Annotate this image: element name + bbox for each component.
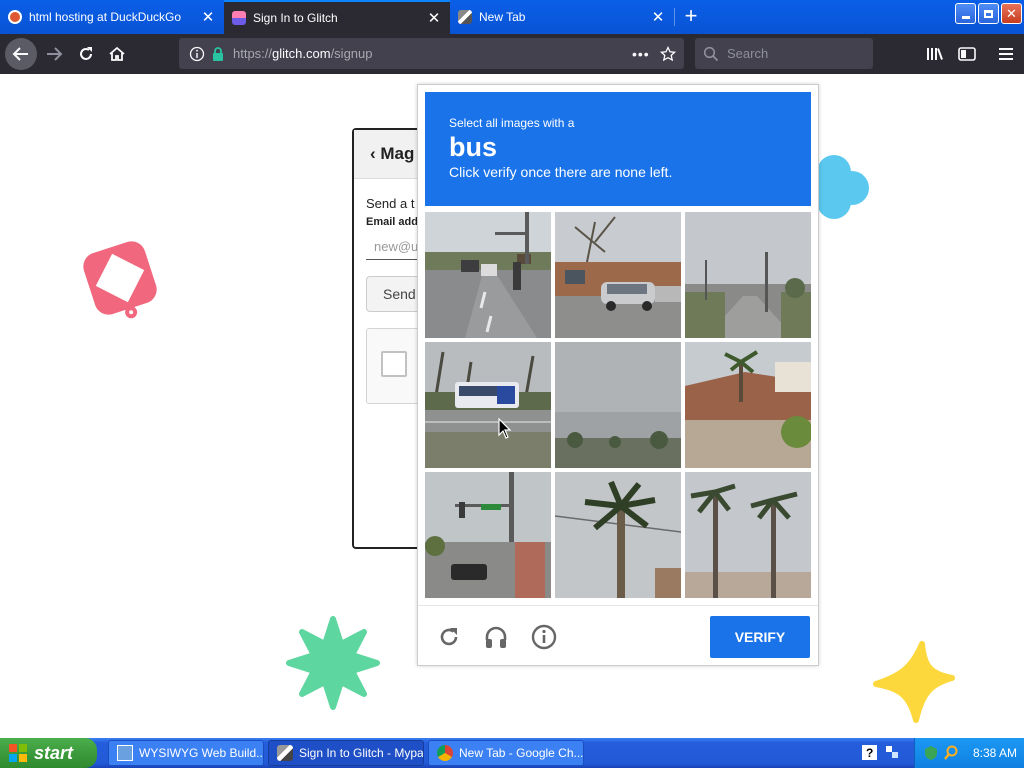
library-icon[interactable]: [925, 42, 945, 66]
back-link-label: Mag: [380, 144, 415, 163]
url-host: glitch.com: [272, 46, 331, 61]
network-icon[interactable]: [885, 744, 899, 760]
captcha-keyword: bus: [449, 132, 498, 162]
lock-icon: [213, 46, 223, 61]
back-arrow-icon: [12, 47, 28, 61]
captcha-instruction: Select all images with a: [449, 116, 575, 130]
search-tray-icon[interactable]: [943, 745, 959, 761]
mouse-cursor-icon: [498, 418, 512, 439]
start-label: start: [34, 742, 74, 763]
yellow-sparkle-decoration: [873, 641, 955, 723]
help-icon[interactable]: ?: [862, 745, 877, 760]
page-actions-button[interactable]: •••: [632, 46, 656, 62]
windows-logo-icon: [9, 744, 27, 762]
captcha-footer: VERIFY: [418, 605, 818, 666]
captcha-tile-palm-tree-pole[interactable]: [555, 472, 681, 598]
sidebar-icon[interactable]: [957, 42, 977, 66]
captcha-tile-palm-tree-roof[interactable]: [685, 342, 811, 468]
duckduckgo-icon: [8, 10, 22, 24]
wysiwyg-icon: [117, 745, 133, 761]
page-content: ‹ Mag Send a t Email add new@u Send Sele…: [0, 74, 1024, 738]
home-button[interactable]: [101, 38, 133, 70]
close-tab-icon[interactable]: ✕: [650, 8, 666, 26]
captcha-tile-traffic-light-corner[interactable]: [425, 472, 551, 598]
taskbar-item-mypal[interactable]: Sign In to Glitch - Mypal: [268, 740, 424, 766]
tab-separator: [674, 8, 675, 26]
chevron-left-icon: ‹: [370, 144, 381, 163]
taskbar-item-wysiwyg[interactable]: WYSIWYG Web Build...: [108, 740, 264, 766]
mypal-icon: [277, 745, 293, 761]
search-icon: [703, 46, 719, 61]
tab-label: html hosting at DuckDuckGo: [29, 10, 182, 24]
audio-challenge-icon[interactable]: [483, 624, 509, 650]
url-bar[interactable]: https://glitch.com/signup •••: [179, 38, 684, 69]
recaptcha-checkbox[interactable]: [381, 351, 407, 377]
restore-icon: [984, 9, 993, 18]
captcha-tile-palm-trees-building[interactable]: [685, 472, 811, 598]
verify-button[interactable]: VERIFY: [710, 616, 810, 658]
start-button[interactable]: start: [0, 738, 97, 768]
close-window-button[interactable]: ✕: [1001, 3, 1022, 24]
mypal-icon: [458, 10, 472, 24]
captcha-header: Select all images with a bus Click verif…: [425, 92, 811, 206]
minimize-icon: [961, 16, 970, 19]
captcha-tile-road-intersection[interactable]: [685, 212, 811, 338]
captcha-image-grid: [425, 212, 811, 598]
back-button[interactable]: [5, 38, 37, 70]
help-info-icon[interactable]: [531, 624, 557, 650]
navigation-bar: https://glitch.com/signup ••• Search: [0, 34, 1024, 74]
tab-glitch[interactable]: Sign In to Glitch ✕: [224, 0, 450, 34]
tab-label: New Tab: [479, 10, 526, 24]
hamburger-menu-icon[interactable]: [996, 42, 1016, 66]
taskbar-item-label: WYSIWYG Web Build...: [139, 746, 263, 760]
new-tab-button[interactable]: +: [678, 4, 704, 30]
captcha-tile-street-traffic[interactable]: [425, 212, 551, 338]
info-icon[interactable]: [189, 46, 205, 62]
home-icon: [109, 46, 125, 61]
close-tab-icon[interactable]: ✕: [200, 8, 216, 26]
taskbar-item-chrome[interactable]: New Tab - Google Ch...: [428, 740, 584, 766]
captcha-tile-bus-on-road[interactable]: [425, 342, 551, 468]
shield-tray-icon[interactable]: [923, 745, 939, 761]
back-link[interactable]: ‹ Mag: [370, 144, 414, 164]
email-label: Email add: [366, 216, 418, 228]
url-text[interactable]: https://glitch.com/signup: [233, 46, 632, 61]
green-star-decoration: [286, 616, 380, 710]
system-tray: 8:38 AM: [914, 738, 1024, 768]
captcha-tile-parked-cars[interactable]: [555, 212, 681, 338]
taskbar-item-label: New Tab - Google Ch...: [459, 746, 583, 760]
svg-text:?: ?: [866, 746, 873, 760]
blue-cloud-decoration: [812, 155, 869, 219]
close-tab-icon[interactable]: ✕: [426, 9, 442, 27]
reload-icon: [80, 47, 92, 60]
tab-duckduckgo[interactable]: html hosting at DuckDuckGo ✕: [0, 0, 224, 34]
reload-button[interactable]: [70, 38, 102, 70]
captcha-subinstruction: Click verify once there are none left.: [449, 164, 673, 180]
bookmark-star-icon[interactable]: [656, 45, 680, 62]
captcha-tile-cloudy-sky[interactable]: [555, 342, 681, 468]
url-scheme: https://: [233, 46, 273, 61]
reload-challenge-icon[interactable]: [436, 624, 462, 650]
forward-arrow-icon: [47, 47, 63, 61]
title-bar: html hosting at DuckDuckGo ✕ Sign In to …: [0, 0, 1024, 34]
pink-tag-decoration: [83, 241, 157, 319]
minimize-button[interactable]: [955, 3, 976, 24]
captcha-challenge: Select all images with a bus Click verif…: [417, 84, 819, 666]
search-bar[interactable]: Search: [695, 38, 873, 69]
glitch-icon: [232, 11, 246, 25]
taskbar-item-label: Sign In to Glitch - Mypal: [299, 746, 423, 760]
restore-button[interactable]: [978, 3, 999, 24]
tab-new-tab[interactable]: New Tab ✕: [450, 0, 674, 34]
chrome-icon: [437, 745, 453, 761]
url-path: /signup: [330, 46, 373, 61]
send-description: Send a t: [366, 196, 415, 211]
taskbar: start WYSIWYG Web Build... Sign In to Gl…: [0, 738, 1024, 768]
forward-button[interactable]: [38, 38, 70, 70]
tab-label: Sign In to Glitch: [253, 11, 338, 25]
search-placeholder: Search: [727, 46, 769, 61]
clock: 8:38 AM: [973, 746, 1018, 760]
